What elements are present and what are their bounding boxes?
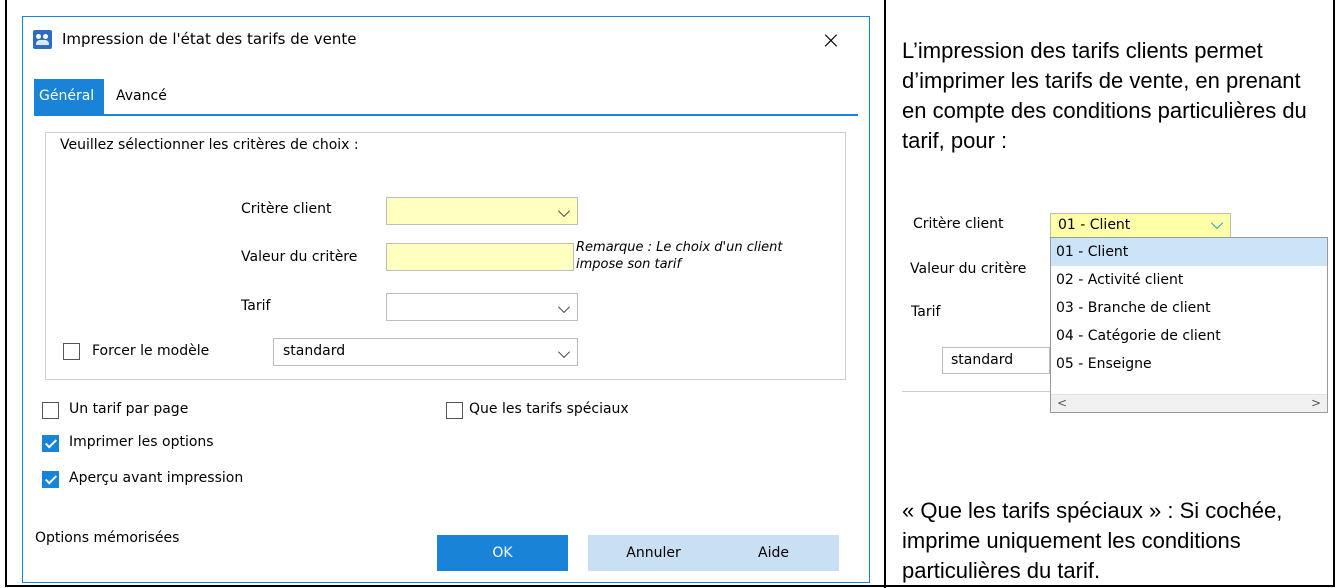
que-tarifs-speciaux-checkbox[interactable] — [446, 402, 463, 419]
forcer-modele-checkbox[interactable] — [63, 343, 80, 360]
dialog-title: Impression de l'état des tarifs de vente — [62, 30, 357, 48]
critere-client-select[interactable] — [386, 197, 578, 225]
group-title: Veuillez sélectionner les critères de ch… — [60, 137, 359, 153]
apercu-label: Aperçu avant impression — [69, 470, 244, 486]
mini-separator — [902, 391, 1050, 392]
chevron-down-icon — [557, 345, 571, 359]
title-bar: Impression de l'état des tarifs de vente… — [23, 17, 869, 63]
dropdown-option[interactable]: 04 - Catégorie de client — [1051, 322, 1327, 350]
que-tarifs-speciaux-label: Que les tarifs spéciaux — [469, 401, 629, 417]
forcer-modele-label: Forcer le modèle — [92, 343, 210, 359]
side-note: « Que les tarifs spéciaux » : Si cochée,… — [902, 498, 1283, 583]
valeur-critere-label: Valeur du critère — [241, 249, 358, 265]
print-dialog: Impression de l'état des tarifs de vente… — [22, 16, 870, 583]
imprimer-options-label: Imprimer les options — [69, 434, 214, 450]
dropdown-option[interactable]: 02 - Activité client — [1051, 266, 1327, 294]
horizontal-scrollbar[interactable]: < > — [1051, 394, 1327, 412]
tab-underline — [34, 114, 858, 116]
tab-general[interactable]: Général — [34, 79, 104, 114]
mini-valeur-label: Valeur du critère — [910, 261, 1027, 277]
modele-select[interactable]: standard — [273, 338, 578, 366]
mini-model-select[interactable]: standard — [942, 347, 1050, 374]
close-icon[interactable]: × — [821, 25, 841, 55]
chevron-down-icon — [557, 300, 571, 314]
apercu-checkbox[interactable] — [42, 471, 59, 488]
tarif-label: Tarif — [241, 298, 271, 314]
critere-client-label: Critère client — [241, 201, 332, 217]
dropdown-option[interactable]: 03 - Branche de client — [1051, 294, 1327, 322]
mini-tarif-label: Tarif — [911, 304, 941, 320]
mini-critere-value: 01 - Client — [1058, 217, 1131, 233]
un-tarif-par-page-checkbox[interactable] — [42, 402, 59, 419]
modele-value: standard — [283, 343, 346, 359]
remark-line-1: Remarque : Le choix d'un client — [576, 240, 783, 255]
ok-button[interactable]: OK — [437, 535, 568, 571]
column-divider — [884, 0, 886, 588]
critere-dropdown-list[interactable]: 01 - Client 02 - Activité client 03 - Br… — [1050, 237, 1328, 413]
dropdown-option[interactable]: 05 - Enseigne — [1051, 350, 1327, 378]
remark-note: Remarque : Le choix d'un client impose s… — [576, 239, 782, 273]
mini-model-value: standard — [951, 352, 1014, 368]
app-users-icon — [33, 30, 52, 49]
chevron-down-icon — [1210, 216, 1224, 230]
remark-line-2: impose son tarif — [576, 257, 682, 272]
dropdown-option[interactable]: 01 - Client — [1051, 238, 1327, 266]
imprimer-options-checkbox[interactable] — [42, 435, 59, 452]
tarif-select[interactable] — [386, 293, 578, 321]
tab-advanced[interactable]: Avancé — [111, 79, 172, 114]
scroll-right-icon[interactable]: > — [1311, 396, 1321, 410]
options-memorisees-label[interactable]: Options mémorisées — [35, 530, 179, 546]
scroll-left-icon[interactable]: < — [1057, 396, 1067, 410]
chevron-down-icon — [557, 204, 571, 218]
help-button[interactable]: Aide — [708, 535, 839, 571]
mini-critere-label: Critère client — [913, 216, 1004, 232]
un-tarif-par-page-label: Un tarif par page — [69, 401, 189, 417]
side-description: L’impression des tarifs clients permet d… — [902, 38, 1307, 153]
valeur-critere-input[interactable] — [386, 243, 574, 271]
mini-dialog-screenshot: Critère client 01 - Client Valeur du cri… — [900, 200, 1337, 460]
mini-critere-select[interactable]: 01 - Client — [1050, 213, 1231, 238]
cancel-button[interactable]: Annuler — [588, 535, 719, 571]
